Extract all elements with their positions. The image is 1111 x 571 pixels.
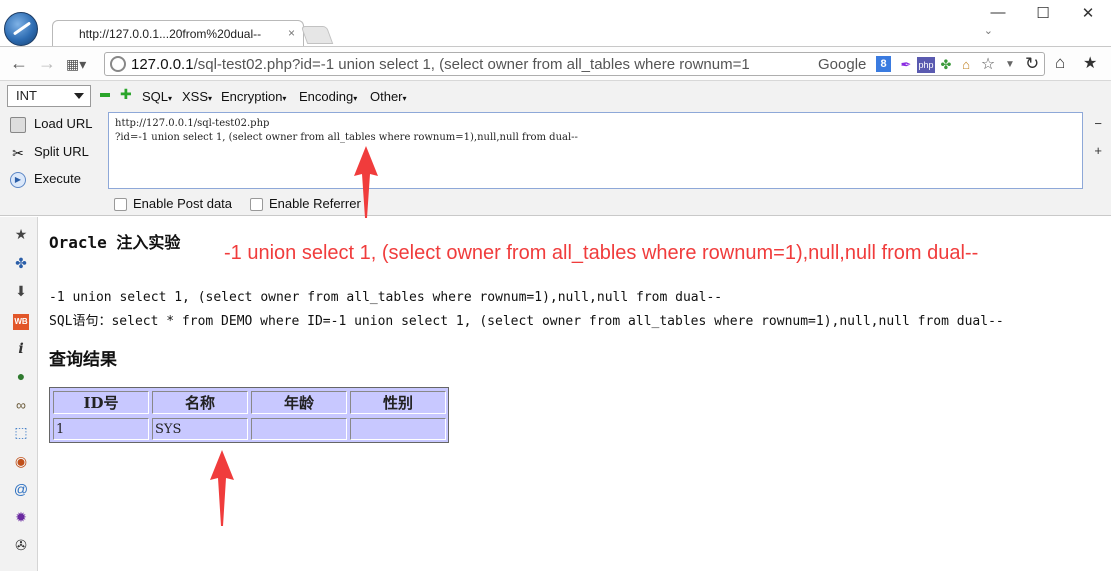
menu-encoding[interactable]: Encoding▾ [299,89,357,104]
load-url-button[interactable]: Load URL [10,116,93,133]
maximize-button[interactable]: ☐ [1033,4,1053,22]
enable-post-label: Enable Post data [133,196,233,211]
search-engine-label[interactable]: Google [818,56,866,73]
firebug-icon[interactable]: ◉ [13,453,29,469]
home-icon[interactable]: ⌂ [1055,53,1065,73]
dropdown-icon[interactable]: ▼ [1002,57,1018,73]
gear-burst-icon[interactable]: ✹ [13,509,29,525]
url-host: 127.0.0.1 [131,56,194,73]
table-cell-gender [350,418,446,440]
close-window-button[interactable]: ✕ [1078,4,1098,22]
enable-post-checkbox[interactable]: Enable Post data [114,196,233,212]
int-select[interactable]: INT [7,85,91,107]
split-url-label: Split URL [34,144,89,159]
web-developer-icon[interactable]: WB [13,314,29,330]
hackbar-toolbar: INT ✚ SQL▾ XSS▾ Encryption▾ Encoding▾ Ot… [0,80,1111,112]
forward-icon[interactable]: → [38,53,56,74]
navigation-bar: ← → ▦▾ 127.0.0.1/sql-test02.php?id=-1 un… [0,46,1111,80]
annotation-arrow-up-top [354,146,378,218]
collapse-minus-icon[interactable]: − [1094,116,1102,131]
bookmarks-star-icon[interactable]: ★ [1083,53,1097,73]
menu-encoding-label: Encoding [299,89,354,104]
new-tab-button[interactable] [300,26,334,44]
scissors-icon: ✂ [12,144,24,161]
table-header-id: ID号 [53,391,149,414]
execute-button[interactable]: ▶ Execute [10,171,81,188]
tab-title: http://127.0.0.1...20from%20dual-- [79,27,262,41]
info-icon[interactable]: i [13,341,29,357]
menu-xss[interactable]: XSS▾ [182,89,212,104]
download-arrow-icon[interactable]: ⬇ [13,283,29,299]
table-cell-id: 1 [53,418,149,440]
page-content: Oracle 注入实验 -1 union select 1, (select o… [38,217,1111,571]
home-extension-icon[interactable]: ⌂ [958,57,974,73]
quill-extension-icon[interactable]: ✒ [898,57,914,73]
history-grid-icon[interactable]: ▦▾ [66,56,86,73]
title-bar: http://127.0.0.1...20from%20dual-- × ⌄ —… [0,0,1111,47]
play-icon: ▶ [10,171,26,188]
menu-sql[interactable]: SQL▾ [142,89,172,104]
menu-xss-label: XSS [182,89,209,104]
menu-encryption-label: Encryption [221,89,283,104]
search-engine-icon[interactable]: 8 [876,56,891,72]
address-bar[interactable]: 127.0.0.1/sql-test02.php?id=-1 union sel… [104,52,1045,76]
enable-referrer-box[interactable] [250,198,263,212]
result-table: ID号 名称 年龄 性别 1 SYS [49,387,449,443]
back-icon[interactable]: ← [10,53,28,74]
browser-tab[interactable]: http://127.0.0.1...20from%20dual-- × [52,20,304,47]
url-path: /sql-test02.php?id=-1 union select 1, (s… [193,56,750,73]
green-globe-icon[interactable]: ● [13,368,29,384]
enable-referrer-checkbox[interactable]: Enable Referrer [250,196,361,212]
param-echo: -1 union select 1, (select owner from al… [49,290,723,305]
table-header-age: 年龄 [251,391,347,414]
tab-list-chevron-icon[interactable]: ⌄ [984,24,993,37]
bookmark-star-icon[interactable]: ☆ [980,57,996,73]
palette-icon[interactable]: ✇ [13,537,29,553]
menu-other[interactable]: Other▾ [370,89,407,104]
table-header-gender: 性别 [350,391,446,414]
enable-referrer-label: Enable Referrer [269,196,361,211]
url-line-1: http://127.0.0.1/sql-test02.php [115,118,270,129]
site-info-icon[interactable] [110,56,126,72]
php-extension-icon[interactable]: php [917,57,935,73]
bookmark-star-icon[interactable]: ★ [13,226,29,242]
table-cell-age [251,418,347,440]
load-url-label: Load URL [34,116,93,131]
expand-plus-icon[interactable]: + [1094,143,1102,158]
chevron-down-icon [74,93,84,99]
menu-other-label: Other [370,89,403,104]
menu-sql-label: SQL [142,89,169,104]
hackbar-panel: Load URL ✂ Split URL ▶ Execute http://127.… [0,112,1111,216]
annotation-arrow-up-bottom [210,450,234,526]
enable-post-box[interactable] [114,198,127,212]
url-textarea[interactable]: http://127.0.0.1/sql-test02.php ?id=-1 u… [108,112,1083,189]
tab-close-icon[interactable]: × [288,26,295,40]
sidebar: ★ ✤ ⬇ WB i ● ∞ ⬚ ◉ @ ✹ ✇ [0,217,38,571]
execute-label: Execute [34,171,81,186]
load-url-icon [10,116,26,133]
reload-icon[interactable]: ↻ [1025,54,1039,74]
binoculars-icon[interactable]: ∞ [13,397,29,413]
minimize-button[interactable]: — [988,4,1008,21]
int-select-value: INT [16,88,37,103]
addons-puzzle-icon[interactable]: ✤ [13,255,29,271]
puzzle-extension-icon[interactable]: ✤ [938,57,954,73]
url-line-2: ?id=-1 union select 1, (select owner fro… [115,132,578,143]
minus-icon[interactable] [100,93,110,97]
page-title: Oracle 注入实验 [49,233,181,252]
split-url-button[interactable]: ✂ Split URL [10,144,89,161]
plus-icon[interactable]: ✚ [120,87,132,101]
browser-logo-icon[interactable] [4,12,38,46]
annotation-text: -1 union select 1, (select owner from al… [224,242,979,264]
swirl-icon[interactable]: @ [13,481,29,497]
inspect-cursor-icon[interactable]: ⬚ [13,424,29,440]
menu-encryption[interactable]: Encryption▾ [221,89,286,104]
table-header-name: 名称 [152,391,248,414]
result-title: 查询结果 [49,350,117,370]
url-text[interactable]: 127.0.0.1/sql-test02.php?id=-1 union sel… [131,56,891,73]
sql-statement: SQL语句：select * from DEMO where ID=-1 uni… [49,314,1004,329]
table-cell-name: SYS [152,418,248,440]
